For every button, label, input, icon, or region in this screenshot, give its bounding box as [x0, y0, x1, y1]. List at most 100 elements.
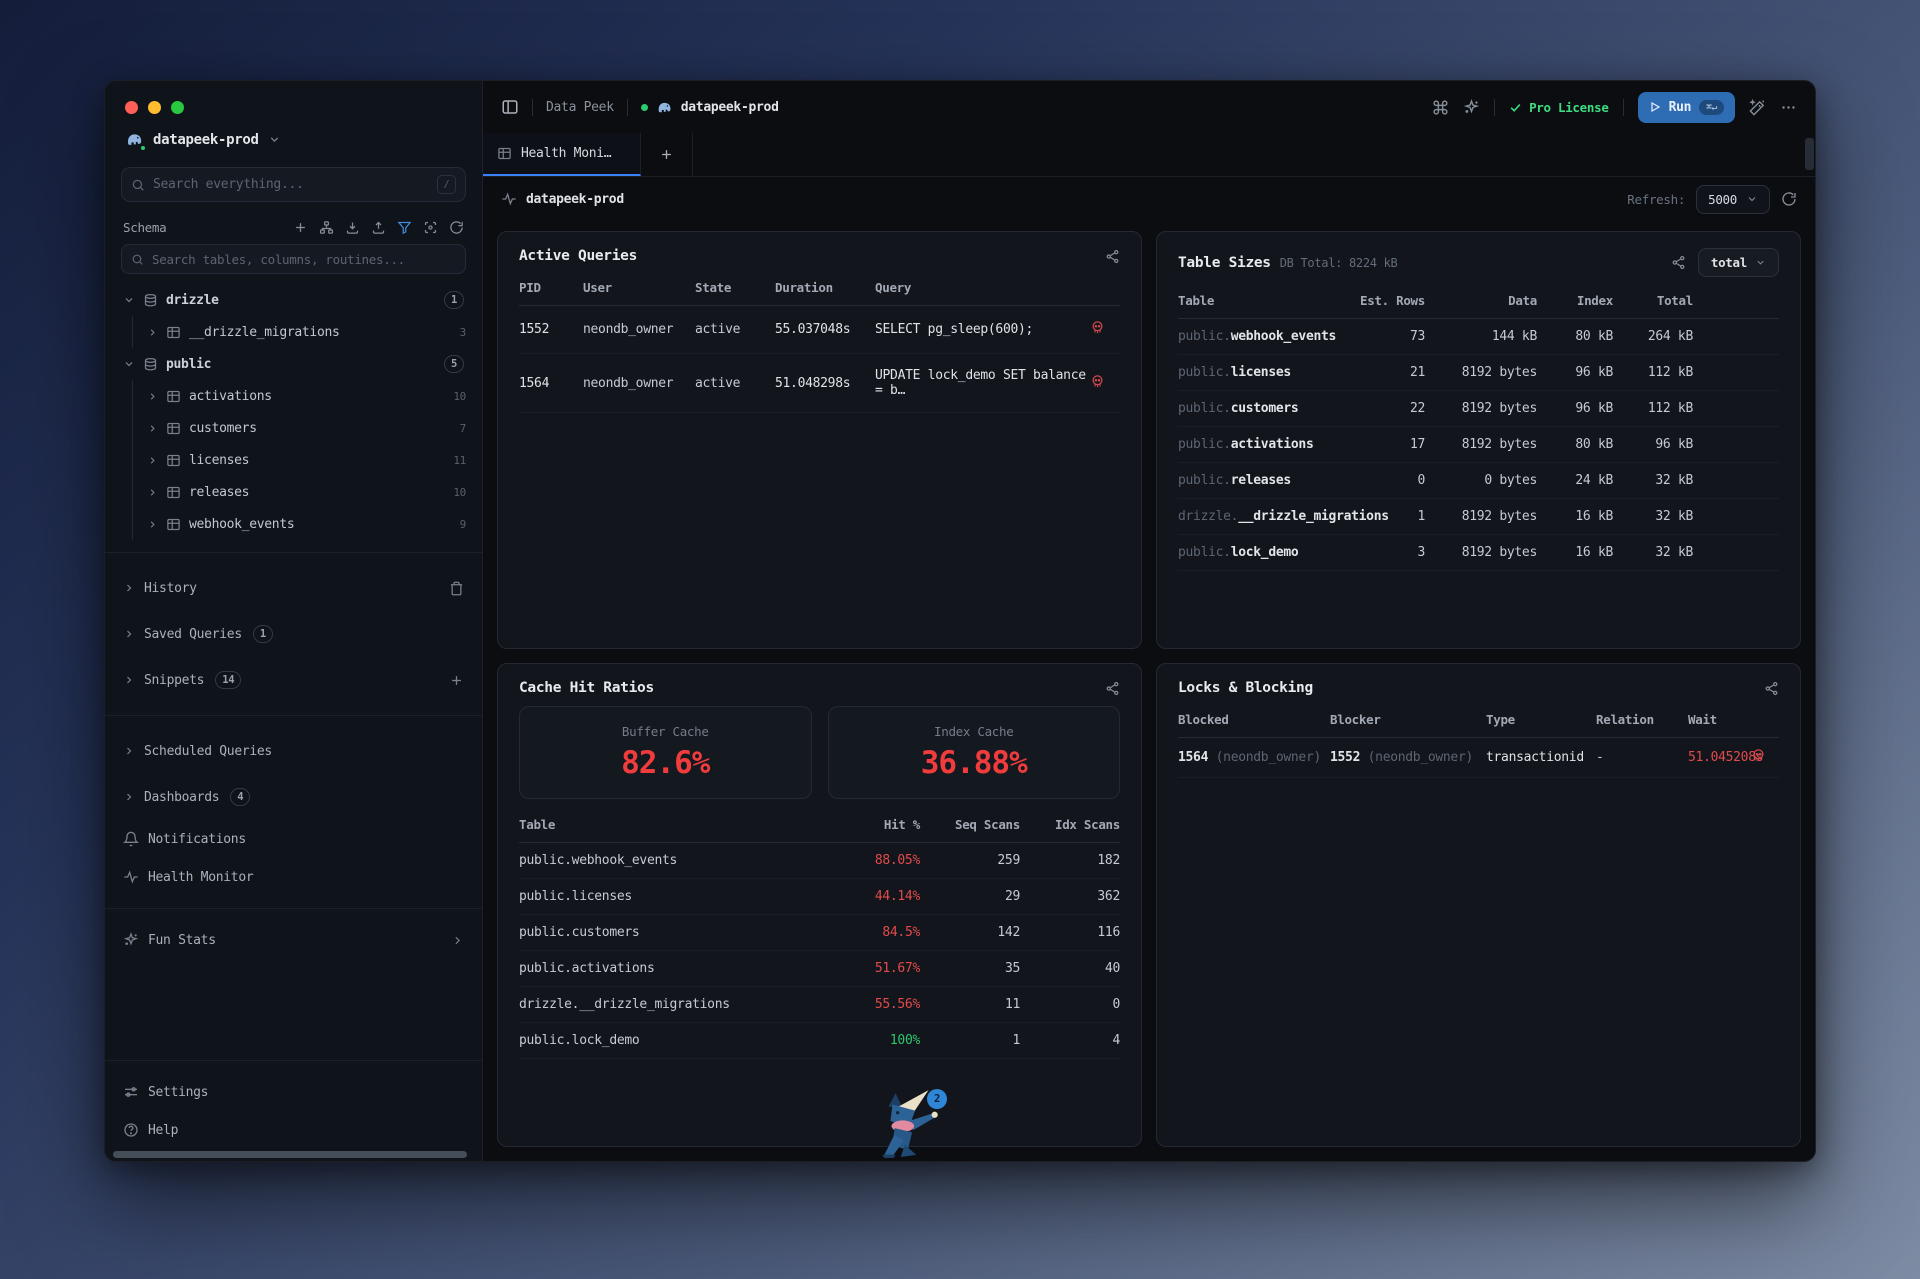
- table-name: public.activations: [519, 951, 828, 987]
- schema-search-input[interactable]: [152, 252, 456, 267]
- global-search-input[interactable]: [153, 177, 429, 192]
- app-title: Data Peek: [546, 100, 614, 115]
- monitor-toolbar: datapeek-prod Refresh: 5000: [483, 177, 1815, 221]
- sidebar-item-saved-queries[interactable]: Saved Queries 1: [105, 611, 482, 657]
- kill-query-button[interactable]: [1751, 748, 1766, 763]
- idx-scans: 362: [1020, 879, 1120, 915]
- sidebar-horizontal-scrollbar[interactable]: [113, 1151, 467, 1158]
- sidebar-item-fun-stats[interactable]: Fun Stats: [105, 921, 482, 959]
- command-palette-button[interactable]: [1432, 99, 1449, 116]
- query-duration: 51.048298s: [775, 354, 875, 413]
- close-window-button[interactable]: [125, 101, 138, 114]
- sidebar-item-label: Notifications: [148, 832, 246, 847]
- chevron-down-icon: [1746, 193, 1758, 205]
- size-metric-select[interactable]: total: [1698, 248, 1779, 277]
- schema-badge: 1: [444, 291, 464, 309]
- sidebar-item-history[interactable]: History: [105, 565, 482, 611]
- index-size: 16 kB: [1537, 535, 1613, 571]
- add-snippet-button[interactable]: [449, 673, 464, 688]
- chevron-down-icon: [268, 133, 281, 146]
- vertical-scrollbar[interactable]: [1805, 138, 1814, 170]
- ai-sparkles-button[interactable]: [1463, 99, 1480, 116]
- minimize-window-button[interactable]: [148, 101, 161, 114]
- clear-history-button[interactable]: [449, 581, 464, 596]
- import-button[interactable]: [345, 220, 360, 235]
- table-name: drizzle.__drizzle_migrations: [1178, 499, 1337, 535]
- run-button[interactable]: Run ⌘↵: [1638, 92, 1735, 123]
- connection-switcher[interactable]: datapeek-prod: [105, 114, 482, 151]
- table-node[interactable]: customers 7: [143, 412, 470, 444]
- divider: [627, 99, 628, 116]
- share-button[interactable]: [1764, 681, 1779, 696]
- chevron-right-icon: [147, 327, 158, 338]
- column-header: Duration: [775, 268, 875, 306]
- focus-button[interactable]: [423, 220, 438, 235]
- tab-health-monitor[interactable]: Health Moni…: [483, 133, 641, 176]
- mascot-sprite[interactable]: 2: [881, 1087, 943, 1161]
- column-header: Seq Scans: [920, 805, 1020, 843]
- sidebar-item-settings[interactable]: Settings: [105, 1073, 482, 1111]
- new-tab-button[interactable]: [641, 133, 693, 176]
- table-node[interactable]: webhook_events 9: [143, 508, 470, 540]
- toggle-sidebar-button[interactable]: [501, 98, 519, 116]
- share-button[interactable]: [1105, 681, 1120, 696]
- search-icon: [131, 253, 144, 266]
- schema-label: Schema: [123, 220, 166, 235]
- table-node[interactable]: __drizzle_migrations 3: [143, 316, 470, 348]
- total-size: 112 kB: [1613, 355, 1693, 391]
- more-options-button[interactable]: [1780, 99, 1797, 116]
- query-duration: 55.037048s: [775, 306, 875, 354]
- column-header: Relation: [1596, 700, 1688, 738]
- refresh-now-button[interactable]: [1781, 191, 1797, 207]
- index-size: 96 kB: [1537, 391, 1613, 427]
- maximize-window-button[interactable]: [171, 101, 184, 114]
- active-connection[interactable]: datapeek-prod: [641, 99, 779, 116]
- er-diagram-button[interactable]: [319, 220, 334, 235]
- table-icon: [166, 389, 181, 404]
- index-size: 80 kB: [1537, 319, 1613, 355]
- postgres-elephant-icon: [125, 130, 144, 149]
- add-table-button[interactable]: [293, 220, 308, 235]
- sidebar-item-health-monitor[interactable]: Health Monitor: [105, 858, 482, 896]
- cache-row: public.customers 84.5% 142 116: [519, 915, 1120, 951]
- sidebar-item-dashboards[interactable]: Dashboards 4: [105, 774, 482, 820]
- table-node[interactable]: releases 10: [143, 476, 470, 508]
- data-size: 8192 bytes: [1425, 499, 1537, 535]
- filter-button[interactable]: [397, 220, 412, 235]
- sidebar-item-snippets[interactable]: Snippets 14: [105, 657, 482, 703]
- share-button[interactable]: [1671, 255, 1686, 270]
- magic-wand-button[interactable]: [1749, 99, 1766, 116]
- schema-node-public[interactable]: public 5: [117, 348, 470, 380]
- table-icon: [166, 517, 181, 532]
- saved-queries-badge: 1: [253, 625, 273, 643]
- refresh-schema-button[interactable]: [449, 220, 464, 235]
- table-node[interactable]: licenses 11: [143, 444, 470, 476]
- kill-query-button[interactable]: [1090, 320, 1105, 335]
- sliders-icon: [123, 1084, 139, 1100]
- column-header: User: [583, 268, 695, 306]
- refresh-interval-select[interactable]: 5000: [1696, 185, 1770, 214]
- table-name: activations: [189, 389, 272, 404]
- app-window: datapeek-prod / Schema: [104, 80, 1816, 1162]
- share-button[interactable]: [1105, 249, 1120, 264]
- est-rows: 22: [1337, 391, 1425, 427]
- table-node[interactable]: activations 10: [143, 380, 470, 412]
- export-button[interactable]: [371, 220, 386, 235]
- bell-icon: [123, 831, 139, 847]
- column-header: Type: [1486, 700, 1596, 738]
- sidebar-item-label: Scheduled Queries: [144, 744, 272, 759]
- schema-node-drizzle[interactable]: drizzle 1: [117, 284, 470, 316]
- data-size: 144 kB: [1425, 319, 1537, 355]
- chevron-right-icon: [147, 423, 158, 434]
- lock-type: transactionid: [1486, 738, 1596, 778]
- sidebar-item-notifications[interactable]: Notifications: [105, 820, 482, 858]
- column-count: 10: [453, 390, 466, 403]
- sidebar-item-scheduled-queries[interactable]: Scheduled Queries: [105, 728, 482, 774]
- sidebar-item-help[interactable]: Help: [105, 1111, 482, 1149]
- kill-query-button[interactable]: [1090, 374, 1105, 389]
- table-size-row: public.customers 22 8192 bytes 96 kB 112…: [1178, 391, 1779, 427]
- hit-ratio: 51.67%: [828, 951, 920, 987]
- schema-search: [121, 244, 466, 274]
- idx-scans: 116: [1020, 915, 1120, 951]
- column-header: State: [695, 268, 775, 306]
